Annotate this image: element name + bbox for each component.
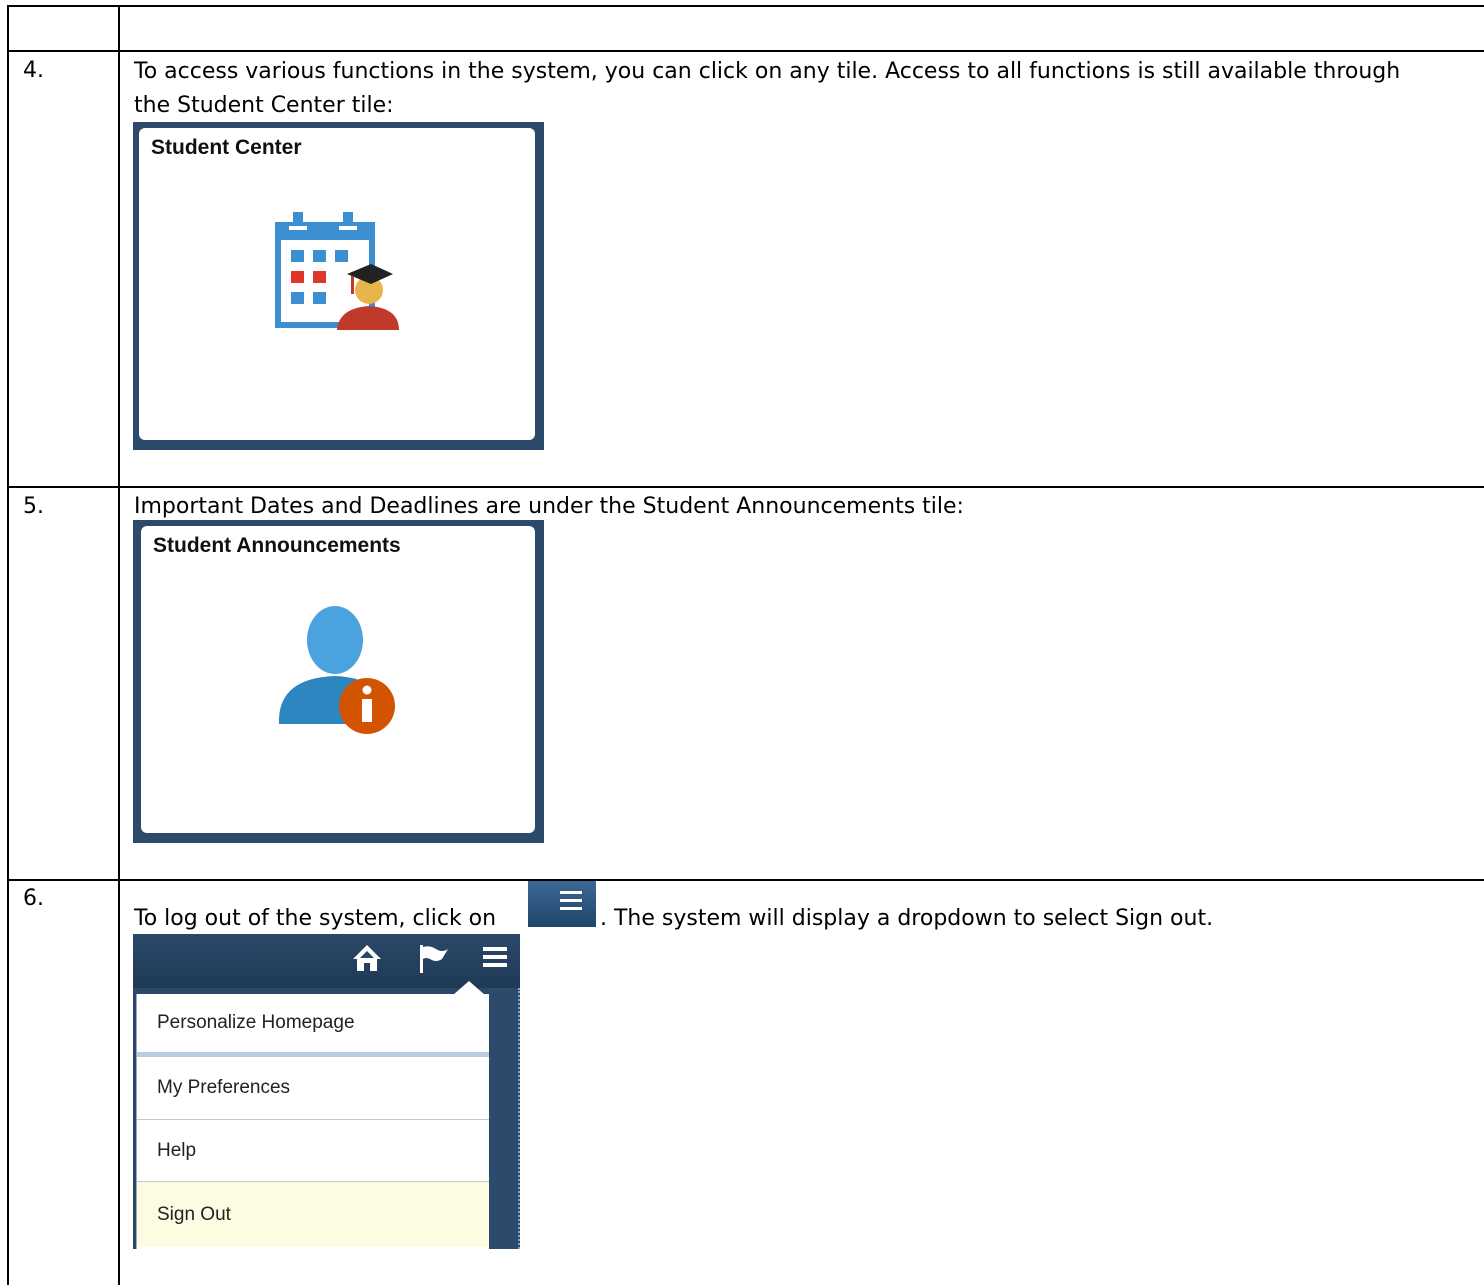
hamburger-bar bbox=[560, 899, 582, 902]
dropdown-caret bbox=[453, 981, 485, 995]
step-text-after-icon: . The system will display a dropdown to … bbox=[600, 906, 1214, 931]
menu-item-personalize-homepage[interactable]: Personalize Homepage bbox=[137, 994, 489, 1056]
person-info-icon bbox=[279, 606, 395, 734]
step-text-line: the Student Center tile: bbox=[134, 93, 394, 118]
header-toolbar bbox=[133, 934, 520, 988]
flag-icon[interactable] bbox=[416, 943, 450, 975]
row-divider bbox=[7, 50, 1484, 52]
menu-item-help[interactable]: Help bbox=[137, 1119, 489, 1181]
table-border-left bbox=[7, 5, 9, 1285]
menu-item-my-preferences[interactable]: My Preferences bbox=[137, 1056, 489, 1119]
hamburger-menu-icon[interactable] bbox=[481, 945, 509, 969]
step-text-line: To access various functions in the syste… bbox=[134, 59, 1401, 84]
step-number: 6. bbox=[23, 886, 44, 911]
step-number: 5. bbox=[23, 494, 44, 519]
menu-item-sign-out[interactable]: Sign Out bbox=[137, 1181, 489, 1247]
tile-body: Student Announcements bbox=[141, 526, 535, 833]
student-center-tile[interactable]: Student Center bbox=[133, 122, 544, 450]
hamburger-menu-icon[interactable] bbox=[528, 881, 596, 927]
step-number: 4. bbox=[23, 58, 44, 83]
step-text-before-icon: To log out of the system, click on bbox=[134, 906, 497, 931]
row-divider bbox=[7, 879, 1484, 881]
table-border-top bbox=[7, 5, 1484, 7]
row-divider bbox=[7, 486, 1484, 488]
column-divider bbox=[118, 5, 120, 1285]
tile-title: Student Announcements bbox=[153, 534, 401, 557]
student-announcements-tile[interactable]: Student Announcements bbox=[133, 520, 544, 843]
student-center-calendar-graduate-icon bbox=[275, 212, 399, 330]
hamburger-bar bbox=[560, 907, 582, 910]
tile-body: Student Center bbox=[139, 128, 535, 440]
step-text-line: Important Dates and Deadlines are under … bbox=[134, 494, 964, 519]
dropdown-screenshot: Personalize Homepage My Preferences Help… bbox=[133, 934, 520, 1249]
home-icon[interactable] bbox=[351, 943, 383, 973]
hamburger-bar bbox=[560, 891, 582, 894]
tile-title: Student Center bbox=[151, 136, 302, 159]
dropdown-menu: Personalize Homepage My Preferences Help… bbox=[136, 994, 489, 1249]
dropdown-side-area bbox=[488, 988, 520, 1249]
